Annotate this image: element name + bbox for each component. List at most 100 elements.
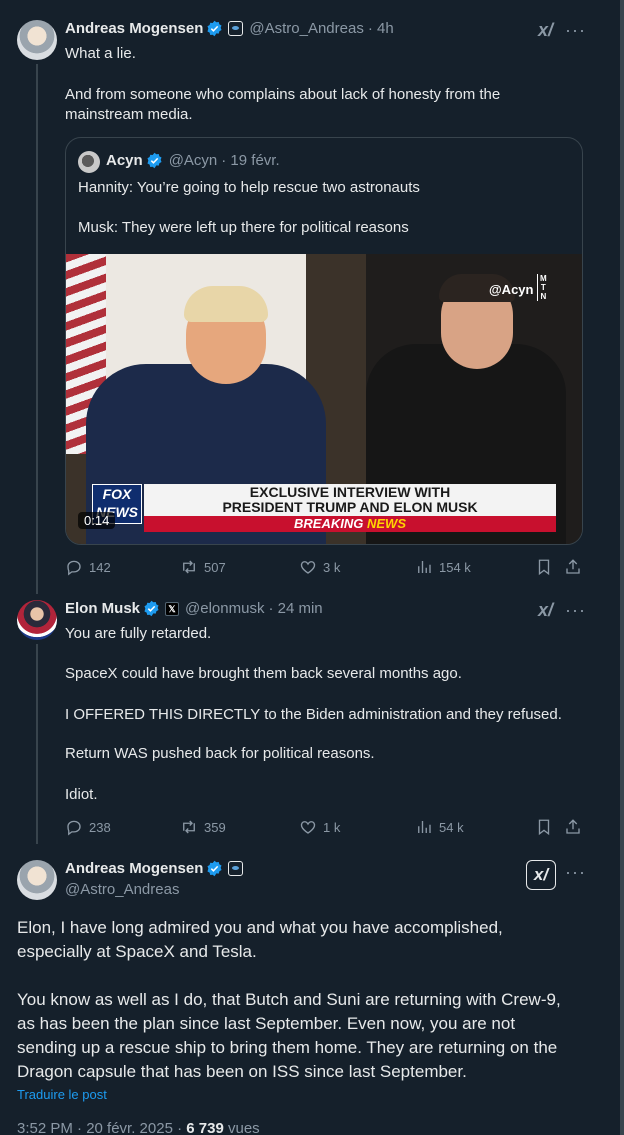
share-icon	[566, 819, 580, 834]
author-name[interactable]: Andreas Mogensen	[65, 20, 203, 37]
verified-badge-icon	[147, 152, 162, 169]
reply-icon	[67, 560, 81, 576]
tweet3-header: Andreas Mogensen	[65, 860, 244, 877]
bookmark-button[interactable]	[535, 818, 553, 836]
reply-count: 238	[89, 819, 111, 835]
affiliation-icon	[228, 21, 244, 36]
like-count: 3 k	[323, 559, 341, 575]
reply-button[interactable]: 142	[65, 558, 111, 576]
thread-line	[36, 644, 38, 844]
share-button[interactable]	[564, 558, 582, 576]
repost-icon	[183, 560, 195, 574]
more-icon[interactable]: ···	[565, 600, 586, 621]
quote-line-1: Hannity: You’re going to help rescue two…	[78, 179, 420, 196]
grok-icon[interactable]: x/	[538, 600, 553, 621]
views-label: vues	[223, 1120, 260, 1135]
post-time[interactable]: · 4h	[368, 20, 394, 37]
breaking-label: BREAKING	[294, 516, 364, 531]
tweet2-line-4: Return WAS pushed back for political rea…	[65, 745, 375, 762]
repost-button[interactable]: 507	[180, 558, 226, 576]
repost-count: 507	[204, 559, 226, 575]
views-total: 6 739	[186, 1120, 224, 1135]
video-watermark: @Acyn	[489, 282, 534, 297]
tweet3-line-1: Elon, I have long admired you and what y…	[17, 918, 503, 937]
author-handle[interactable]: @Astro_Andreas	[65, 880, 179, 900]
tweet3-line-6: Dragon capsule that has been on ISS sinc…	[17, 1062, 467, 1081]
author-name[interactable]: Elon Musk	[65, 600, 140, 617]
author-handle[interactable]: @Astro_Andreas	[249, 20, 363, 37]
avatar-andreas[interactable]	[17, 20, 57, 60]
reply-button[interactable]: 238	[65, 818, 111, 836]
avatar-acyn	[78, 151, 100, 173]
video-player[interactable]: @Acyn M T N FOX NEWS EXCLUSIVE INTERVIEW…	[66, 254, 582, 544]
video-person-left-hair	[184, 286, 268, 322]
quote-author-handle: @Acyn	[168, 152, 218, 169]
more-icon[interactable]: ···	[565, 20, 586, 41]
quote-header: Acyn @Acyn · 19 févr.	[106, 152, 280, 169]
quote-line-2: Musk: They were left up there for politi…	[78, 219, 409, 236]
reply-count: 142	[89, 559, 111, 575]
tweet1-line-2: And from someone who complains about lac…	[65, 86, 501, 103]
heart-icon	[300, 561, 316, 574]
views-button[interactable]: 54 k	[415, 818, 464, 836]
bookmark-icon	[538, 819, 550, 836]
news-label: NEWS	[366, 516, 406, 531]
video-logo: M T N	[537, 274, 547, 301]
bookmark-icon	[538, 559, 550, 576]
tweet2-line-2: SpaceX could have brought them back seve…	[65, 665, 462, 682]
breaking-news-bar: BREAKING NEWS	[144, 516, 556, 532]
tweet1-line-1: What a lie.	[65, 45, 136, 62]
tweet3-line-2: especially at SpaceX and Tesla.	[17, 942, 257, 961]
post-time[interactable]: · 24 min	[268, 600, 322, 617]
repost-count: 359	[204, 819, 226, 835]
tweet2-header: Elon Musk 𝕏 @elonmusk · 24 min	[65, 600, 323, 617]
reply-icon	[67, 820, 81, 836]
tweet1-actions: 142 507 3 k 154 k	[65, 558, 585, 578]
share-icon	[566, 559, 580, 574]
tweet2-line-3: I OFFERED THIS DIRECTLY to the Biden adm…	[65, 706, 562, 723]
repost-button[interactable]: 359	[180, 818, 226, 836]
tweet3-line-4: as has been the plan since last Septembe…	[17, 1014, 516, 1033]
banner-line-2: PRESIDENT TRUMP AND ELON MUSK	[222, 499, 478, 515]
quote-author-name: Acyn	[106, 152, 143, 169]
affiliation-icon	[228, 861, 244, 876]
post-metadata: 3:52 PM · 20 févr. 2025 · 6 739 vues	[17, 1120, 260, 1135]
verified-badge-icon	[207, 20, 222, 37]
translate-link[interactable]: Traduire le post	[17, 1087, 107, 1102]
like-count: 1 k	[323, 819, 341, 835]
tweet2-line-5: Idiot.	[65, 786, 98, 803]
grok-icon[interactable]: x/	[526, 860, 556, 890]
verified-badge-icon	[144, 600, 159, 617]
more-icon[interactable]: ···	[565, 862, 586, 883]
video-banner: EXCLUSIVE INTERVIEW WITH PRESIDENT TRUMP…	[144, 484, 556, 516]
tweet2-line-1: You are fully retarded.	[65, 625, 212, 642]
grok-icon[interactable]: x/	[538, 20, 553, 41]
avatar-andreas[interactable]	[17, 860, 57, 900]
verified-badge-icon	[207, 860, 222, 877]
bookmark-button[interactable]	[535, 558, 553, 576]
tweet1-header: Andreas Mogensen @Astro_Andreas · 4h	[65, 20, 394, 37]
post-timestamp[interactable]: 3:52 PM · 20 févr. 2025 ·	[17, 1120, 186, 1135]
quoted-tweet[interactable]: Acyn @Acyn · 19 févr. Hannity: You’re go…	[65, 137, 583, 545]
like-button[interactable]: 1 k	[299, 818, 340, 836]
thread-line	[36, 64, 38, 594]
right-divider	[620, 0, 624, 1135]
tweet2-actions: 238 359 1 k 54 k	[65, 818, 585, 838]
author-handle[interactable]: @elonmusk	[185, 600, 264, 617]
quote-time: · 19 févr.	[221, 152, 280, 169]
views-icon	[418, 821, 431, 833]
video-duration: 0:14	[78, 512, 116, 529]
author-name[interactable]: Andreas Mogensen	[65, 860, 203, 877]
share-button[interactable]	[564, 818, 582, 836]
banner-line-1: EXCLUSIVE INTERVIEW WITH	[249, 484, 451, 500]
views-icon	[418, 561, 431, 573]
avatar-elon[interactable]	[17, 600, 57, 640]
tweet3-line-5: sending up a rescue ship to bring them h…	[17, 1038, 558, 1057]
x-affiliation-icon: 𝕏	[165, 601, 180, 616]
views-count: 154 k	[439, 559, 471, 575]
like-button[interactable]: 3 k	[299, 558, 340, 576]
heart-icon	[300, 821, 316, 834]
repost-icon	[183, 820, 195, 834]
tweet3-line-3: You know as well as I do, that Butch and…	[17, 990, 561, 1009]
views-button[interactable]: 154 k	[415, 558, 471, 576]
